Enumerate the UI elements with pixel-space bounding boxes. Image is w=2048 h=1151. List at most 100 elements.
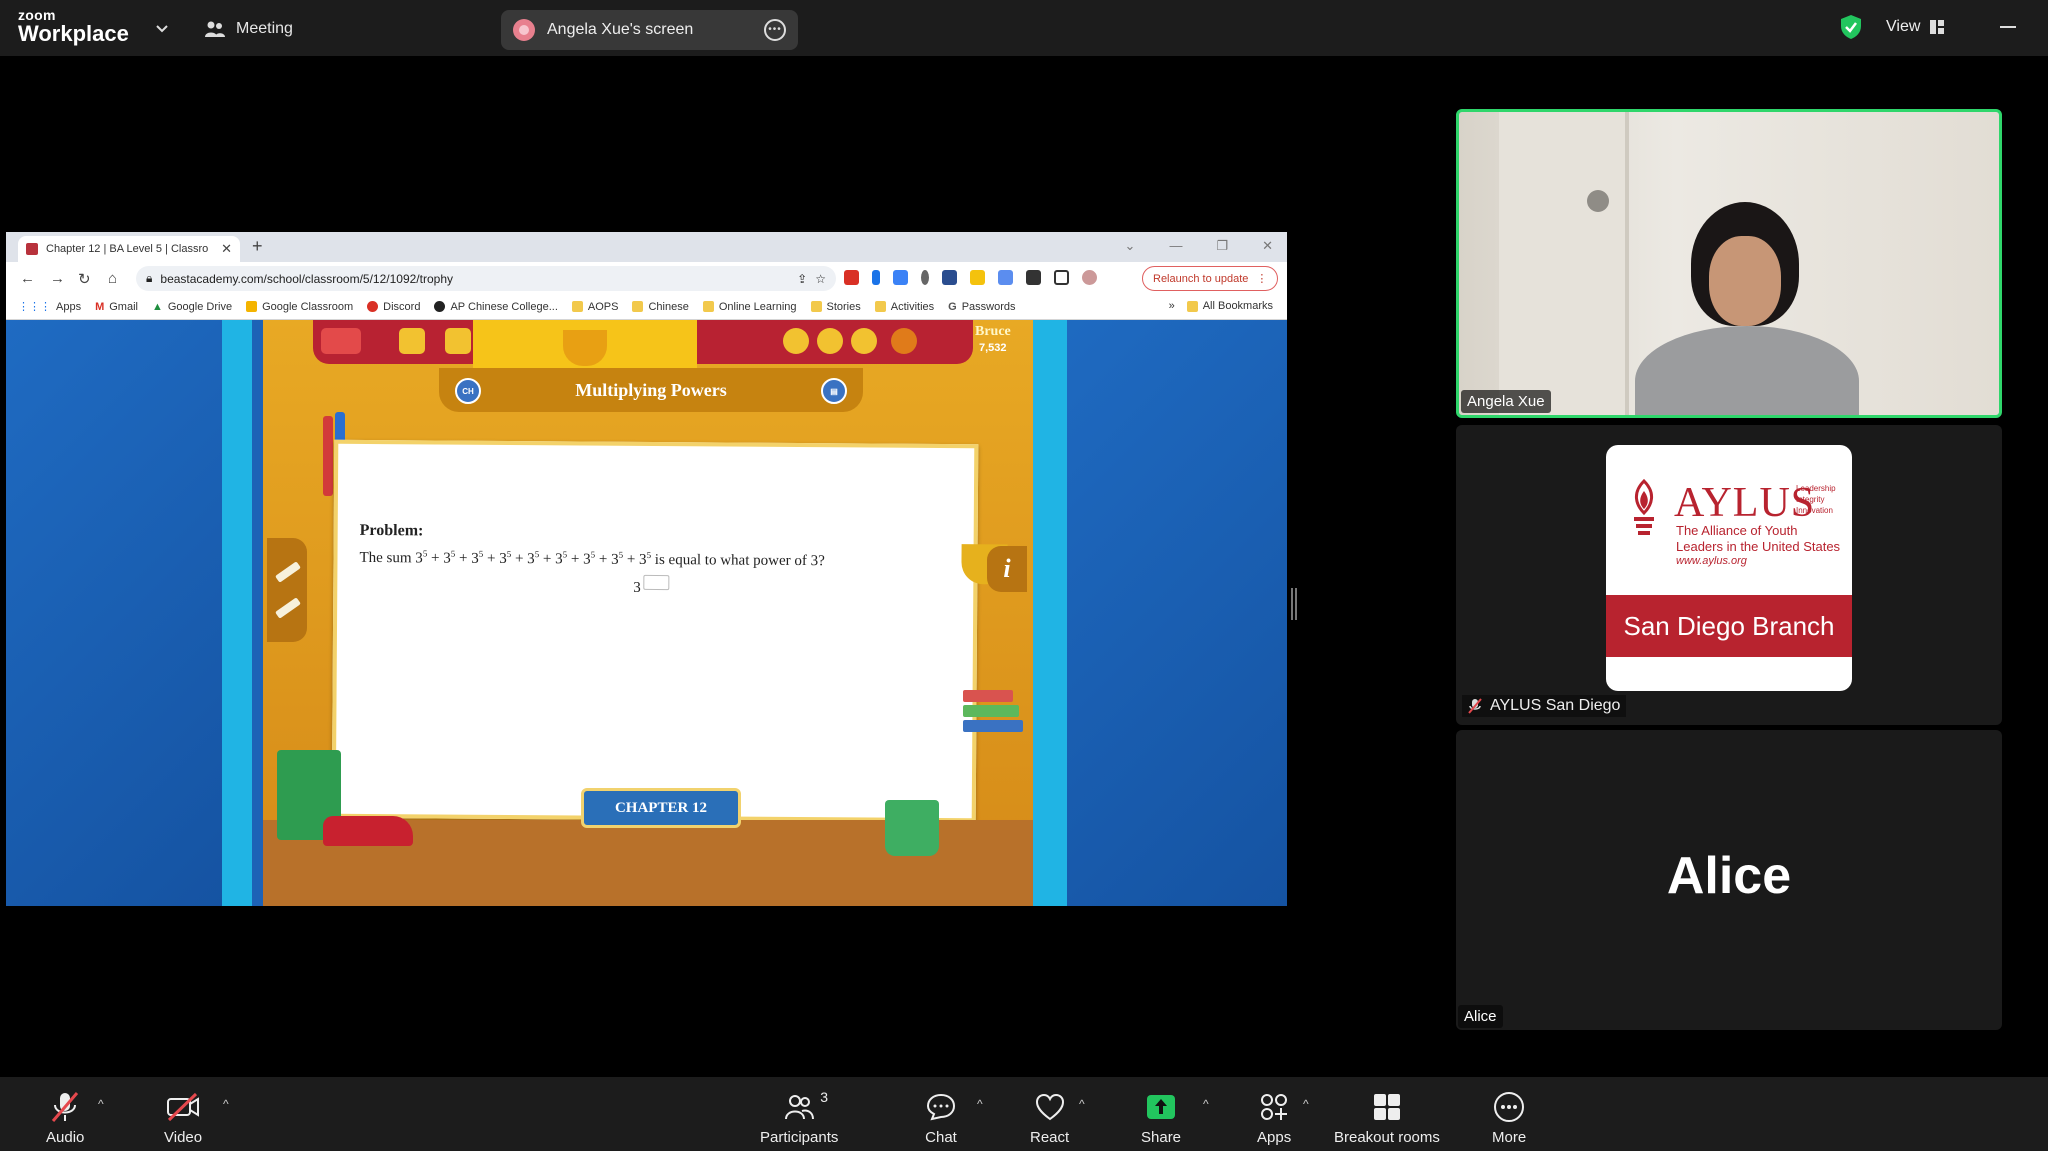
more-options-icon[interactable]: ••• — [764, 19, 786, 41]
encryption-shield-icon[interactable] — [1840, 14, 1862, 40]
minimize-icon[interactable] — [2000, 26, 2016, 28]
bookmark-folder-activities[interactable]: Activities — [874, 300, 935, 313]
bookmark-ap-chinese[interactable]: AP Chinese College... — [434, 301, 558, 313]
screen-share-indicator[interactable]: Angela Xue's screen ••• — [501, 10, 798, 50]
apps-options-caret-icon[interactable]: ^ — [1303, 1097, 1309, 1111]
extension-icon[interactable] — [921, 270, 929, 285]
help-icon[interactable] — [817, 328, 843, 354]
info-icon[interactable]: i — [987, 546, 1027, 592]
close-tab-icon[interactable]: ✕ — [221, 241, 232, 257]
power-term: 35 — [639, 549, 652, 568]
pencil-tool-icon[interactable] — [275, 561, 301, 583]
bookmarks-bar: ⋮⋮⋮ Apps M Gmail ▲ Google Drive Google Clas… — [6, 294, 1287, 320]
eraser-tool-icon[interactable] — [275, 597, 301, 619]
book-icon[interactable] — [445, 328, 471, 354]
audio-button[interactable]: Audio — [46, 1091, 84, 1147]
window-restore-icon[interactable]: ❐ — [1216, 238, 1228, 254]
kebab-menu-icon[interactable]: ⋮ — [1256, 272, 1267, 285]
bookmark-discord[interactable]: Discord — [367, 301, 420, 313]
bookmark-google-drive[interactable]: ▲ Google Drive — [152, 301, 232, 313]
exponent-answer-input[interactable] — [642, 574, 669, 591]
back-arrow-icon[interactable]: ← — [20, 270, 35, 287]
extension-icon[interactable] — [970, 270, 985, 285]
badge-icon[interactable] — [783, 328, 809, 354]
window-close-icon[interactable]: ✕ — [1262, 238, 1273, 254]
react-button[interactable]: React — [1030, 1091, 1069, 1147]
drive-icon: ▲ — [151, 300, 163, 313]
address-bar[interactable]: 🔒︎ beastacademy.com/school/classroom/5/1… — [136, 266, 836, 291]
chevron-down-icon[interactable] — [152, 18, 172, 38]
bookmark-label: Activities — [890, 300, 935, 313]
aylus-profile-picture: AYLUS Leadership Integrity Innovation Th… — [1606, 445, 1852, 691]
extension-icon[interactable] — [872, 270, 880, 285]
participant-tile-alice[interactable]: Alice Alice — [1456, 730, 2002, 1030]
browser-tab[interactable]: Chapter 12 | BA Level 5 | Classro ✕ — [18, 236, 240, 262]
bookmark-label: Stories — [826, 300, 861, 313]
bookmark-gmail[interactable]: M Gmail — [95, 301, 138, 313]
puzzle-icon[interactable] — [1026, 270, 1041, 285]
resize-handle[interactable] — [1291, 588, 1297, 620]
bookmark-folder-chinese[interactable]: Chinese — [632, 301, 689, 313]
participant-name-tag: Angela Xue — [1461, 390, 1551, 413]
bookmark-star-icon[interactable]: ☆ — [815, 272, 826, 286]
extension-icon[interactable] — [893, 270, 908, 285]
user-avatar[interactable] — [891, 328, 917, 354]
game-panel: Bruce 7,532 CH Multiplying Powers ▤ Prob… — [263, 320, 1033, 906]
bookmark-passwords[interactable]: G Passwords — [948, 301, 1015, 313]
audio-options-caret-icon[interactable]: ^ — [98, 1097, 104, 1111]
bookmark-folder-stories[interactable]: Stories — [810, 300, 861, 313]
bookmarks-right: » All Bookmarks — [1169, 300, 1273, 312]
react-options-caret-icon[interactable]: ^ — [1079, 1097, 1085, 1111]
forward-arrow-icon[interactable]: → — [50, 270, 65, 287]
plus-sign: + — [539, 551, 556, 568]
gao-logo-icon[interactable] — [321, 328, 361, 354]
share-button[interactable]: Share — [1141, 1091, 1181, 1147]
breakout-rooms-button[interactable]: Breakout rooms — [1334, 1091, 1440, 1147]
participant-tile-aylus[interactable]: AYLUS Leadership Integrity Innovation Th… — [1456, 425, 2002, 725]
gear-icon[interactable] — [851, 328, 877, 354]
side-panel-icon[interactable] — [1054, 270, 1069, 285]
share-options-caret-icon[interactable]: ^ — [1203, 1097, 1209, 1111]
user-name[interactable]: Bruce — [975, 324, 1011, 340]
relaunch-button[interactable]: Relaunch to update ⋮ — [1142, 266, 1279, 291]
more-button[interactable]: More — [1492, 1091, 1526, 1147]
apps-button[interactable]: Apps — [1257, 1091, 1291, 1147]
chat-options-caret-icon[interactable]: ^ — [977, 1097, 983, 1111]
participant-display-name: Alice — [1666, 847, 1792, 905]
power-term: 35 — [499, 548, 512, 567]
shared-screen[interactable]: Chapter 12 | BA Level 5 | Classro ✕ + ⌄ … — [6, 232, 1287, 906]
answer-base: 3 — [633, 579, 641, 596]
video-button[interactable]: Video — [164, 1091, 202, 1147]
window-minimize-icon[interactable]: — — [1169, 238, 1182, 254]
new-tab-icon[interactable]: + — [252, 236, 263, 257]
profile-avatar[interactable] — [1082, 270, 1097, 285]
power-term: 35 — [443, 548, 456, 567]
home-icon[interactable]: ⌂ — [108, 270, 117, 287]
all-bookmarks[interactable]: All Bookmarks — [1186, 300, 1273, 312]
bookmark-folder-aops[interactable]: AOPS — [571, 301, 618, 313]
video-options-caret-icon[interactable]: ^ — [223, 1097, 229, 1111]
extension-icon[interactable] — [844, 270, 859, 285]
share-page-icon[interactable]: ⇪ — [797, 272, 807, 286]
chat-button[interactable]: Chat — [924, 1091, 958, 1147]
video-tile-angela[interactable]: Angela Xue — [1456, 109, 2002, 418]
extension-icon[interactable] — [998, 270, 1013, 285]
mug-decoration — [885, 800, 939, 856]
view-button[interactable]: View — [1874, 14, 1957, 40]
bookmark-apps[interactable]: ⋮⋮⋮ Apps — [18, 300, 81, 314]
participants-button[interactable]: 3 Participants — [760, 1089, 838, 1147]
home-icon[interactable] — [399, 328, 425, 354]
zoom-workplace-logo[interactable]: zoom Workplace — [18, 8, 129, 45]
book-icon[interactable]: ▤ — [821, 378, 847, 404]
answer-expression: 3 — [633, 574, 669, 597]
bookmark-google-classroom[interactable]: Google Classroom — [246, 301, 353, 313]
meeting-button[interactable]: Meeting — [204, 14, 293, 44]
chapter-label[interactable]: CHAPTER 12 — [581, 788, 741, 828]
reload-icon[interactable]: ↻ — [78, 270, 91, 288]
extension-icon[interactable] — [942, 270, 957, 285]
more-bookmarks-icon[interactable]: » — [1169, 300, 1175, 312]
bookmark-folder-online-learning[interactable]: Online Learning — [702, 301, 797, 313]
participant-body — [1635, 326, 1859, 415]
tab-search-icon[interactable]: ⌄ — [1125, 238, 1136, 254]
user-points: 7,532 — [979, 342, 1007, 354]
